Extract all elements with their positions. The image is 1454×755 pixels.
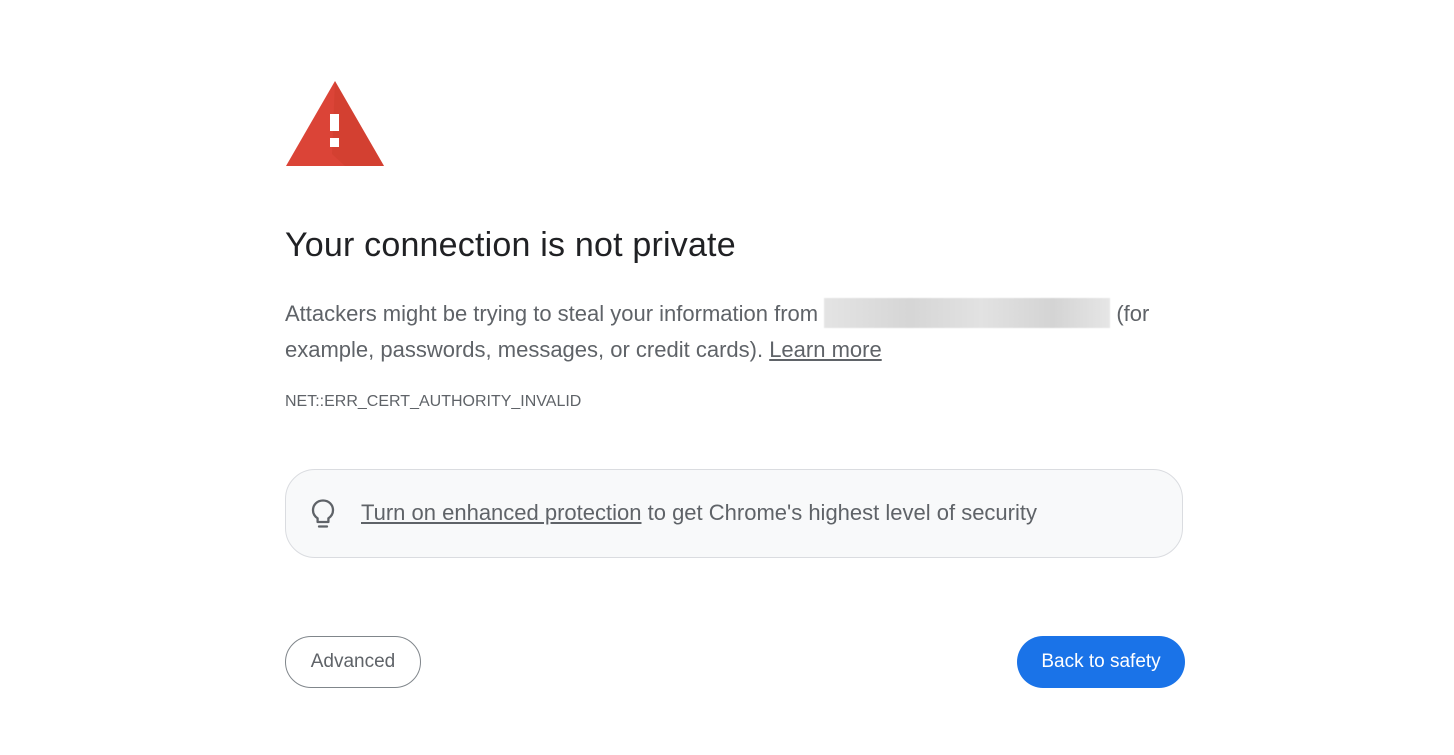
redacted-hostname: [824, 298, 1111, 328]
explanation-text: Attackers might be trying to steal your …: [285, 296, 1185, 368]
advanced-button[interactable]: Advanced: [285, 636, 421, 688]
enhanced-protection-banner: Turn on enhanced protection to get Chrom…: [285, 469, 1183, 558]
learn-more-link[interactable]: Learn more: [769, 337, 882, 362]
enhanced-protection-text: Turn on enhanced protection to get Chrom…: [361, 500, 1037, 526]
enhanced-protection-suffix: to get Chrome's highest level of securit…: [641, 500, 1037, 525]
error-code: NET::ERR_CERT_AUTHORITY_INVALID: [285, 393, 582, 410]
lightbulb-icon: [311, 499, 335, 528]
explanation-prefix: Attackers might be trying to steal your …: [285, 301, 825, 326]
warning-triangle-icon: [286, 81, 384, 166]
page-title: Your connection is not private: [285, 226, 736, 264]
enhanced-protection-link[interactable]: Turn on enhanced protection: [361, 500, 642, 525]
back-to-safety-button[interactable]: Back to safety: [1017, 636, 1185, 688]
interstitial-page: Your connection is not private Attackers…: [0, 0, 1454, 755]
